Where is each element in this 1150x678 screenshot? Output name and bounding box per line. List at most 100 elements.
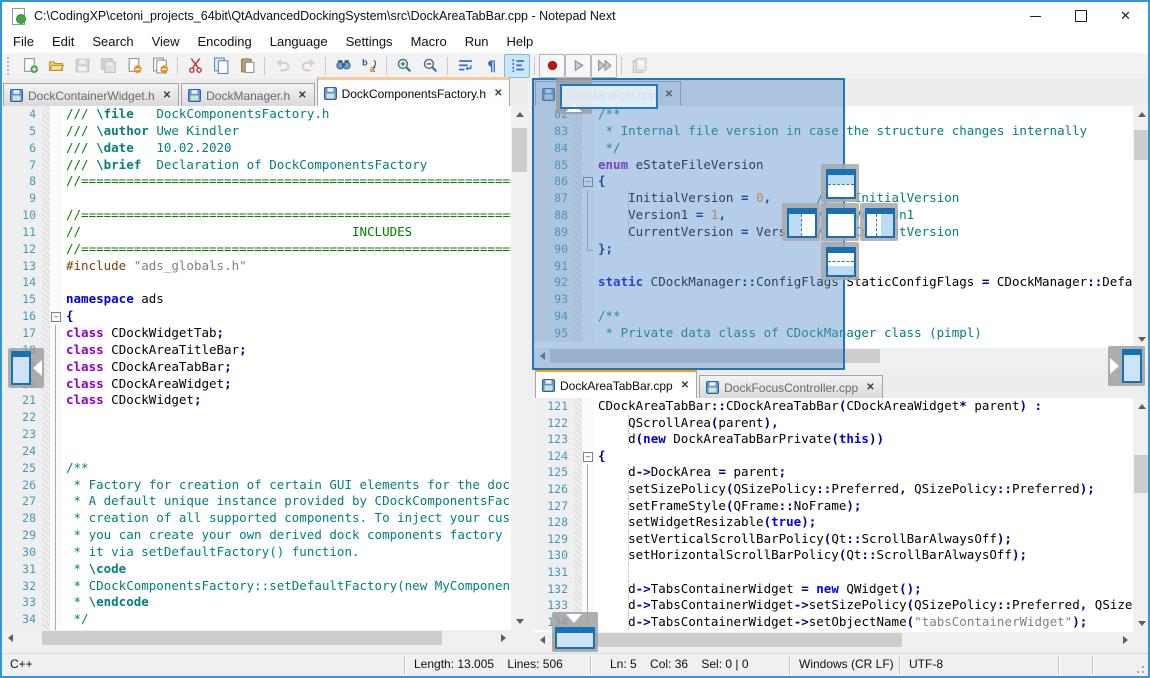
menu-encoding[interactable]: Encoding: [189, 32, 261, 51]
dock-bottom-edge-indicator[interactable]: [552, 612, 598, 652]
bookmark-margin[interactable]: [42, 106, 50, 123]
menu-run[interactable]: Run: [456, 32, 498, 51]
bookmark-margin[interactable]: [42, 241, 50, 258]
fold-margin[interactable]: [582, 547, 594, 564]
bookmark-margin[interactable]: [574, 564, 582, 581]
tab-dockcontainerwidget-h[interactable]: DockContainerWidget.h✕: [3, 83, 179, 107]
fold-margin[interactable]: [50, 594, 62, 611]
bookmark-margin[interactable]: [574, 464, 582, 481]
status-eol-format[interactable]: Windows (CR LF): [799, 654, 894, 676]
scroll-left-arrow[interactable]: [2, 630, 18, 646]
fold-margin[interactable]: [50, 274, 62, 291]
bottom-right-vertical-scrollbar[interactable]: [1133, 398, 1150, 632]
fold-margin[interactable]: [582, 481, 594, 498]
bookmark-margin[interactable]: [42, 274, 50, 291]
fold-margin[interactable]: [50, 123, 62, 140]
zoom-in-button[interactable]: [391, 54, 417, 78]
bookmark-margin[interactable]: [42, 258, 50, 275]
scrollbar-thumb[interactable]: [552, 633, 902, 647]
word-wrap-button[interactable]: [452, 54, 478, 78]
fold-margin[interactable]: [582, 431, 594, 448]
fold-margin[interactable]: [582, 498, 594, 515]
scroll-down-arrow[interactable]: [1133, 615, 1150, 632]
fold-margin[interactable]: [50, 140, 62, 157]
bookmark-margin[interactable]: [574, 398, 582, 415]
menu-search[interactable]: Search: [83, 32, 142, 51]
redo-button[interactable]: [295, 54, 321, 78]
scrollbar-thumb[interactable]: [512, 128, 527, 172]
top-right-vertical-scrollbar[interactable]: [1133, 106, 1150, 348]
bottom-right-horizontal-scrollbar[interactable]: [534, 632, 1133, 648]
fold-margin[interactable]: [50, 207, 62, 224]
fold-margin[interactable]: [50, 409, 62, 426]
bookmark-margin[interactable]: [42, 527, 50, 544]
scroll-up-arrow[interactable]: [1133, 398, 1150, 415]
scroll-up-arrow[interactable]: [511, 106, 528, 123]
tab-dockmanager-h[interactable]: DockManager.h✕: [181, 83, 314, 107]
menu-file[interactable]: File: [4, 32, 43, 51]
fold-margin[interactable]: [50, 443, 62, 460]
dock-right-edge-indicator[interactable]: [1108, 346, 1145, 386]
fold-margin[interactable]: [50, 544, 62, 561]
bookmark-margin[interactable]: [574, 481, 582, 498]
macro-run-multiple-button[interactable]: [591, 54, 617, 78]
fold-margin[interactable]: [50, 376, 62, 393]
fold-margin[interactable]: [50, 325, 62, 342]
bookmark-margin[interactable]: [42, 426, 50, 443]
bookmark-margin[interactable]: [574, 431, 582, 448]
fold-margin[interactable]: –: [582, 448, 594, 465]
scrollbar-thumb[interactable]: [1134, 130, 1149, 160]
tab-dockareatabbar-cpp[interactable]: DockAreaTabBar.cpp✕: [535, 369, 697, 399]
fold-margin[interactable]: [582, 464, 594, 481]
bookmark-margin[interactable]: [42, 157, 50, 174]
save-all-button[interactable]: [95, 54, 121, 78]
bookmark-margin[interactable]: [42, 207, 50, 224]
bookmark-margin[interactable]: [42, 173, 50, 190]
bookmark-margin[interactable]: [42, 409, 50, 426]
tab-dockcomponentsfactory-h[interactable]: DockComponentsFactory.h✕: [317, 77, 511, 107]
bookmark-margin[interactable]: [574, 498, 582, 515]
open-file-button[interactable]: [43, 54, 69, 78]
fold-collapse-icon[interactable]: –: [583, 452, 593, 462]
fold-margin[interactable]: [50, 527, 62, 544]
fold-margin[interactable]: [50, 611, 62, 628]
scroll-down-arrow[interactable]: [511, 613, 528, 630]
menu-language[interactable]: Language: [261, 32, 337, 51]
close-button[interactable]: [121, 54, 147, 78]
close-all-button[interactable]: [147, 54, 173, 78]
toolbar-grip[interactable]: [7, 57, 13, 75]
tab-close-icon[interactable]: ✕: [163, 90, 171, 101]
bookmark-margin[interactable]: [42, 493, 50, 510]
indent-guide-button[interactable]: [504, 54, 530, 78]
fold-margin[interactable]: [582, 398, 594, 415]
menu-edit[interactable]: Edit: [43, 32, 83, 51]
bookmark-margin[interactable]: [574, 581, 582, 598]
status-encoding[interactable]: UTF-8: [909, 654, 943, 676]
editor-dockcomponentsfactory[interactable]: 4/// \file DockComponentsFactory.h5/// \…: [2, 106, 511, 630]
bookmark-margin[interactable]: [574, 448, 582, 465]
bookmark-margin[interactable]: [42, 594, 50, 611]
left-horizontal-scrollbar[interactable]: [2, 630, 511, 646]
fold-margin[interactable]: [50, 578, 62, 595]
bookmark-margin[interactable]: [574, 514, 582, 531]
dock-left-edge-indicator[interactable]: [8, 348, 44, 388]
bookmark-margin[interactable]: [42, 578, 50, 595]
scrollbar-thumb[interactable]: [1134, 455, 1149, 493]
maximize-button[interactable]: [1058, 2, 1103, 30]
fold-margin[interactable]: [582, 514, 594, 531]
minimize-button[interactable]: [1013, 2, 1058, 30]
menu-macro[interactable]: Macro: [402, 32, 456, 51]
tab-close-icon[interactable]: ✕: [866, 382, 874, 393]
copy-button[interactable]: [208, 54, 234, 78]
fold-margin[interactable]: [50, 426, 62, 443]
split-left-indicator[interactable]: [782, 203, 820, 241]
bookmark-margin[interactable]: [42, 325, 50, 342]
menu-view[interactable]: View: [143, 32, 189, 51]
fold-margin[interactable]: [50, 157, 62, 174]
left-vertical-scrollbar[interactable]: [511, 106, 528, 630]
undo-button[interactable]: [269, 54, 295, 78]
fold-margin[interactable]: [50, 291, 62, 308]
bookmark-margin[interactable]: [42, 308, 50, 325]
menu-settings[interactable]: Settings: [337, 32, 402, 51]
fold-collapse-icon[interactable]: –: [51, 312, 61, 322]
